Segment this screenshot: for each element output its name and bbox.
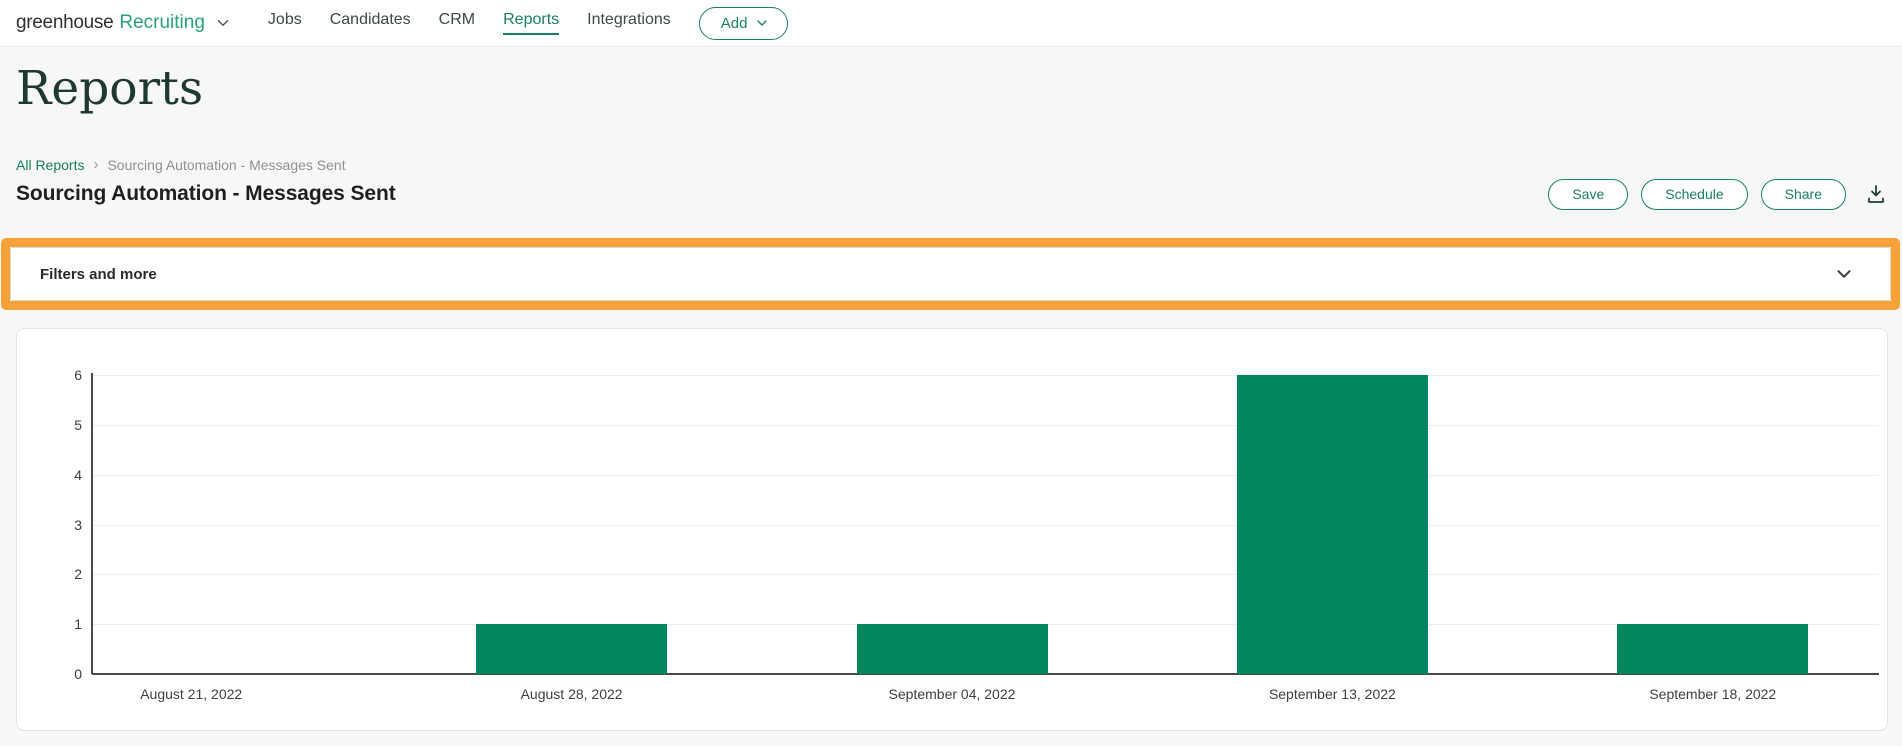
product-name: Recruiting <box>119 12 205 33</box>
chevron-down-icon[interactable] <box>1833 263 1855 285</box>
filters-and-more-bar[interactable]: Filters and more <box>10 247 1891 301</box>
download-icon <box>1864 182 1888 206</box>
chevron-down-icon <box>754 15 770 31</box>
y-axis-line <box>91 373 93 674</box>
report-actions: Save Schedule Share <box>1548 178 1890 210</box>
add-button-label: Add <box>720 14 748 32</box>
breadcrumb-all-reports-link[interactable]: All Reports <box>16 157 84 173</box>
share-button[interactable]: Share <box>1760 178 1846 210</box>
y-axis-tick-label: 5 <box>74 417 82 433</box>
save-button[interactable]: Save <box>1548 178 1629 210</box>
x-axis-tick-label: September 04, 2022 <box>888 686 1016 702</box>
page-title: Reports <box>16 61 204 116</box>
y-axis-tick-label: 0 <box>74 666 82 682</box>
schedule-button[interactable]: Schedule <box>1641 178 1748 210</box>
nav-item-jobs[interactable]: Jobs <box>268 11 302 35</box>
bar-chart: 0 1 2 3 4 5 6 August 21, 2022 August 28, 2022 Sep… <box>17 329 1887 730</box>
y-axis-tick-label: 1 <box>74 616 82 633</box>
bar-september-13-2022[interactable] <box>1236 375 1428 674</box>
breadcrumb: All Reports › Sourcing Automation - Mess… <box>16 156 346 173</box>
filters-highlight-ring: Filters and more <box>1 238 1900 310</box>
org-switcher[interactable]: greenhouse Recruiting <box>16 12 232 34</box>
x-axis-tick-label: September 18, 2022 <box>1649 686 1777 702</box>
chevron-right-icon: › <box>93 156 99 173</box>
breadcrumb-current: Sourcing Automation - Messages Sent <box>107 156 346 173</box>
nav-item-crm[interactable]: CRM <box>439 11 475 35</box>
y-axis-tick-label: 2 <box>74 566 82 583</box>
chevron-down-icon <box>214 14 232 32</box>
x-axis-tick-label: August 21, 2022 <box>140 686 243 702</box>
bar-september-04-2022[interactable] <box>856 624 1048 674</box>
y-axis-tick-label: 3 <box>74 516 82 533</box>
x-axis-tick-label: September 13, 2022 <box>1268 686 1396 702</box>
gridline <box>92 474 1879 476</box>
main-nav: Jobs Candidates CRM Reports Integrations <box>268 11 671 35</box>
report-header: Sourcing Automation - Messages Sent Save… <box>16 176 1890 212</box>
greenhouse-logo: greenhouse <box>16 12 114 33</box>
gridline <box>92 425 1879 426</box>
nav-item-integrations[interactable]: Integrations <box>587 11 671 35</box>
top-navigation: greenhouse Recruiting Jobs Candidates CRM R… <box>0 0 1902 47</box>
bar-august-28-2022[interactable] <box>476 624 668 674</box>
report-chart-card: 0 1 2 3 4 5 6 August 21, 2022 August 28, 2022 Sep… <box>16 328 1888 731</box>
nav-item-candidates[interactable]: Candidates <box>330 11 411 35</box>
filters-label: Filters and more <box>40 265 157 283</box>
bar-september-18-2022[interactable] <box>1617 624 1809 674</box>
report-title: Sourcing Automation - Messages Sent <box>16 182 396 205</box>
app-window: greenhouse Recruiting Jobs Candidates CRM R… <box>0 0 1902 746</box>
download-button[interactable] <box>1862 180 1890 208</box>
gridline <box>92 524 1879 526</box>
y-axis-tick-label: 4 <box>74 466 82 483</box>
add-button[interactable]: Add <box>698 6 789 40</box>
x-axis-tick-label: August 28, 2022 <box>520 686 623 702</box>
nav-item-reports[interactable]: Reports <box>503 11 560 35</box>
gridline <box>92 574 1879 576</box>
y-axis-tick-label: 6 <box>74 367 82 384</box>
gridline <box>92 375 1879 377</box>
